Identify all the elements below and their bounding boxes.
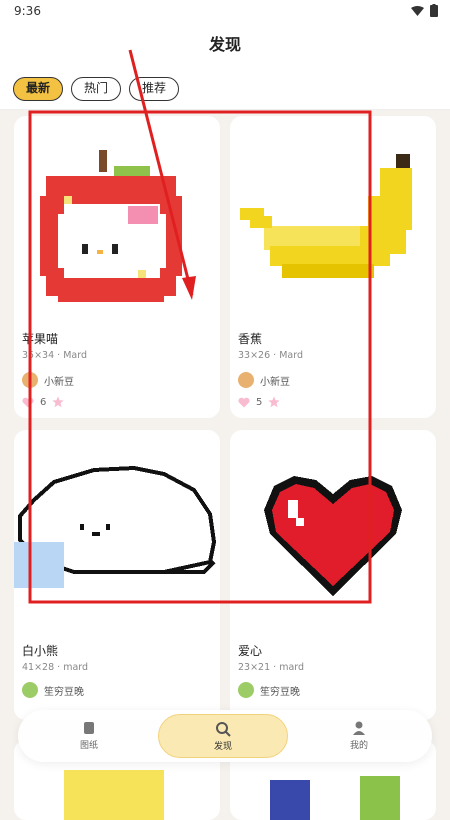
card-author[interactable]: 小新豆 <box>238 372 290 388</box>
tab-latest[interactable]: 最新 <box>13 76 64 101</box>
user-icon <box>353 721 365 735</box>
card-meta: 35×34 · Mard <box>22 350 87 361</box>
author-name: 小新豆 <box>44 376 74 388</box>
heart-icon[interactable] <box>238 397 250 408</box>
like-count: 5 <box>256 396 263 408</box>
page-title: 发现 <box>0 22 450 68</box>
pattern-card[interactable]: 爱心 23×21 · mard 笙穷豆晚 <box>230 430 436 720</box>
card-title: 爱心 <box>238 644 263 658</box>
pattern-thumbnail <box>240 154 412 278</box>
filter-tabs: 最新 热门 推荐 <box>0 68 450 110</box>
pattern-card[interactable]: 苹果喵 35×34 · Mard 小新豆 6 <box>14 116 220 418</box>
nav-label: 发现 <box>213 742 232 752</box>
pattern-card[interactable]: 白小熊 41×28 · mard 笙穷豆晚 <box>14 430 220 720</box>
tab-recommended[interactable]: 推荐 <box>129 76 180 101</box>
like-count: 6 <box>40 396 47 408</box>
wifi-icon <box>411 6 424 16</box>
avatar <box>22 682 38 698</box>
card-title: 苹果喵 <box>22 332 59 346</box>
card-title: 香蕉 <box>238 332 263 346</box>
battery-icon <box>430 4 438 17</box>
nav-item-drawings[interactable]: 图纸 <box>24 714 154 758</box>
bottom-nav: 图纸 发现 我的 <box>18 710 432 762</box>
card-author[interactable]: 笙穷豆晚 <box>22 682 84 698</box>
nav-item-discover[interactable]: 发现 <box>158 714 288 758</box>
nav-label: 我的 <box>349 741 368 751</box>
status-icons <box>411 4 438 17</box>
avatar <box>238 372 254 388</box>
pattern-card[interactable]: 香蕉 33×26 · Mard 小新豆 5 <box>230 116 436 418</box>
author-name: 小新豆 <box>260 376 290 388</box>
star-icon[interactable] <box>52 396 64 408</box>
card-likes: 6 <box>22 396 64 408</box>
author-name: 笙穷豆晚 <box>260 686 300 698</box>
avatar <box>22 372 38 388</box>
author-name: 笙穷豆晚 <box>44 686 84 698</box>
status-time: 9:36 <box>14 4 41 18</box>
card-author[interactable]: 小新豆 <box>22 372 74 388</box>
nav-item-profile[interactable]: 我的 <box>294 714 424 758</box>
nav-label: 图纸 <box>79 741 98 751</box>
search-icon <box>216 722 231 737</box>
tab-popular[interactable]: 热门 <box>71 76 122 101</box>
card-meta: 23×21 · mard <box>238 662 305 673</box>
card-meta: 33×26 · Mard <box>238 350 303 361</box>
document-icon <box>84 722 94 734</box>
status-bar: 9:36 <box>0 0 450 22</box>
card-meta: 41×28 · mard <box>22 662 89 673</box>
card-likes: 5 <box>238 396 280 408</box>
avatar <box>238 682 254 698</box>
pattern-thumbnail <box>14 465 217 588</box>
star-icon[interactable] <box>268 396 280 408</box>
heart-icon[interactable] <box>22 397 34 408</box>
card-author[interactable]: 笙穷豆晚 <box>238 682 300 698</box>
card-title: 白小熊 <box>22 644 59 658</box>
pattern-thumbnail <box>40 150 182 302</box>
pattern-thumbnail <box>264 476 402 596</box>
